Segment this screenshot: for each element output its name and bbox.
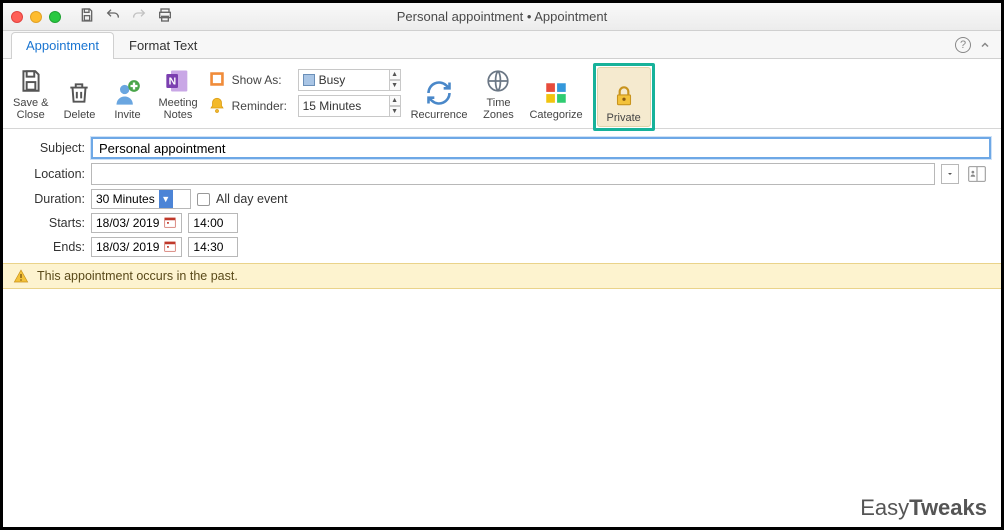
dropdown-arrow-icon: ▼ (159, 190, 173, 208)
tab-format-text[interactable]: Format Text (114, 32, 212, 59)
show-as-reminder-group: Show As: Busy ▲▼ Reminder: 15 Minutes ▲▼ (208, 63, 401, 117)
ribbon-tabs: Appointment Format Text ? (3, 31, 1001, 59)
location-label: Location: (13, 167, 85, 181)
calendar-icon[interactable] (163, 215, 177, 232)
time-zones-label: Time Zones (483, 97, 514, 121)
redo-icon[interactable] (131, 7, 147, 26)
reminder-steppers[interactable]: ▲▼ (389, 95, 401, 117)
duration-label: Duration: (13, 192, 85, 206)
starts-date-value: 18/03/ 2019 (96, 216, 159, 230)
save-close-icon (17, 67, 45, 95)
duration-value: 30 Minutes (96, 192, 155, 206)
calendar-icon[interactable] (163, 239, 177, 256)
meeting-notes-button[interactable]: N Meeting Notes (154, 63, 201, 123)
watermark-a: Easy (860, 495, 909, 520)
starts-time-input[interactable]: 14:00 (188, 213, 238, 233)
reminder-icon (208, 96, 226, 117)
subject-input[interactable] (91, 137, 991, 159)
subject-label: Subject: (13, 141, 85, 155)
delete-label: Delete (64, 109, 96, 121)
ends-date-value: 18/03/ 2019 (96, 240, 159, 254)
save-close-label: Save & Close (13, 97, 48, 121)
meeting-notes-label: Meeting Notes (158, 97, 197, 121)
close-window[interactable] (11, 11, 23, 23)
private-button[interactable]: Private (597, 67, 651, 127)
private-label: Private (607, 112, 641, 124)
invite-label: Invite (114, 109, 140, 121)
help-icon[interactable]: ? (955, 37, 971, 53)
recurrence-icon (425, 79, 453, 107)
show-as-select[interactable]: Busy (298, 69, 390, 91)
show-as-label: Show As: (232, 73, 292, 87)
trash-icon (65, 79, 93, 107)
starts-time-value: 14:00 (193, 216, 223, 230)
print-icon[interactable] (157, 7, 173, 26)
duration-select[interactable]: 30 Minutes ▼ (91, 189, 191, 209)
zoom-window[interactable] (49, 11, 61, 23)
location-input[interactable] (91, 163, 935, 185)
tab-appointment[interactable]: Appointment (11, 32, 114, 59)
recurrence-button[interactable]: Recurrence (407, 63, 472, 123)
starts-date-input[interactable]: 18/03/ 2019 (91, 213, 182, 233)
ends-time-input[interactable]: 14:30 (188, 237, 238, 257)
categorize-icon (542, 79, 570, 107)
invite-button[interactable]: Invite (106, 63, 148, 123)
globe-icon (484, 67, 512, 95)
window-controls (11, 11, 61, 23)
warning-text: This appointment occurs in the past. (37, 269, 238, 283)
reminder-label: Reminder: (232, 99, 292, 113)
ends-label: Ends: (13, 240, 85, 254)
all-day-label: All day event (216, 192, 288, 206)
undo-icon[interactable] (105, 7, 121, 26)
invite-icon (113, 79, 141, 107)
starts-label: Starts: (13, 216, 85, 230)
quick-access-toolbar (79, 7, 173, 26)
recurrence-label: Recurrence (411, 109, 468, 121)
ends-time-value: 14:30 (193, 240, 223, 254)
onenote-icon: N (164, 67, 192, 95)
watermark-b: Tweaks (909, 495, 987, 520)
categorize-label: Categorize (529, 109, 582, 121)
ribbon: Save & Close Delete Invite N Meeting Not… (3, 59, 1001, 129)
time-zones-button[interactable]: Time Zones (477, 63, 519, 123)
location-dropdown[interactable] (941, 164, 959, 184)
save-icon[interactable] (79, 7, 95, 26)
private-highlight: Private (593, 63, 655, 131)
reminder-value: 15 Minutes (303, 99, 362, 113)
busy-swatch-icon (303, 74, 315, 86)
save-close-button[interactable]: Save & Close (9, 63, 52, 123)
warning-icon (13, 268, 29, 284)
all-day-checkbox[interactable] (197, 193, 210, 206)
show-as-steppers[interactable]: ▲▼ (389, 69, 401, 91)
show-as-icon (208, 70, 226, 91)
lock-icon (610, 82, 638, 110)
show-as-value: Busy (319, 73, 346, 87)
address-book-icon[interactable] (965, 163, 991, 185)
svg-text:N: N (169, 76, 177, 88)
reminder-select[interactable]: 15 Minutes (298, 95, 390, 117)
delete-button[interactable]: Delete (58, 63, 100, 123)
watermark: EasyTweaks (860, 495, 987, 521)
collapse-ribbon-icon[interactable] (979, 39, 991, 54)
categorize-button[interactable]: Categorize (525, 63, 586, 123)
appointment-form: Subject: Location: Duration: 30 Minutes … (3, 129, 1001, 261)
minimize-window[interactable] (30, 11, 42, 23)
titlebar: Personal appointment • Appointment (3, 3, 1001, 31)
ends-date-input[interactable]: 18/03/ 2019 (91, 237, 182, 257)
warning-bar: This appointment occurs in the past. (3, 263, 1001, 289)
